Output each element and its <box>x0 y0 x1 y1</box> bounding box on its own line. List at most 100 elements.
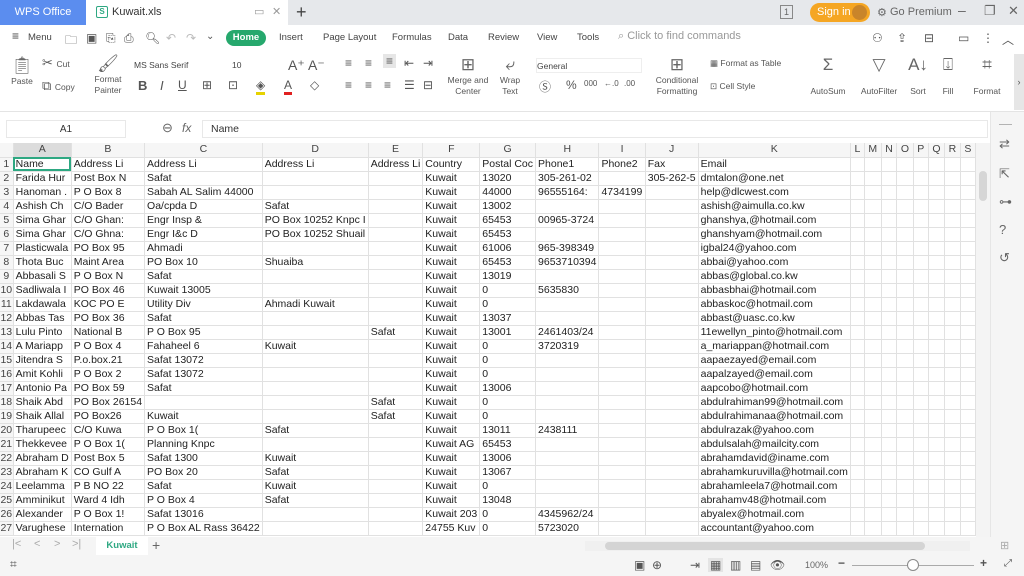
cell-c25[interactable]: P O Box 4 <box>144 493 263 508</box>
cell-l7[interactable] <box>850 241 865 256</box>
tab-view[interactable]: View <box>537 32 557 43</box>
cell-k1[interactable]: Email <box>698 157 851 172</box>
more-icon[interactable]: ⋮ <box>982 31 994 45</box>
cell-g14[interactable]: 0 <box>479 339 537 354</box>
cell-c9[interactable]: Safat <box>144 269 263 284</box>
cell-q8[interactable] <box>928 255 946 270</box>
cell-e2[interactable] <box>368 171 424 186</box>
fullscreen-icon[interactable]: ⤢ <box>1004 558 1012 569</box>
cell-l17[interactable] <box>850 381 865 396</box>
cell-r10[interactable] <box>944 283 961 298</box>
increase-font-icon[interactable]: A⁺ <box>288 57 305 74</box>
cell-e25[interactable] <box>368 493 424 508</box>
cell-f9[interactable]: Kuwait <box>422 269 481 284</box>
collab-icon[interactable]: ⊟ <box>924 31 934 45</box>
cell-e5[interactable] <box>368 213 424 228</box>
cell-e24[interactable] <box>368 479 424 494</box>
row-header[interactable]: 2 <box>0 171 14 186</box>
cell-i9[interactable] <box>598 269 646 284</box>
cell-b18[interactable]: PO Box 26154 <box>71 395 146 410</box>
cell-g4[interactable]: 13002 <box>479 199 537 214</box>
align-center-icon[interactable]: ≡ <box>365 78 372 92</box>
cell-q5[interactable] <box>928 213 946 228</box>
borders-icon[interactable]: ⊞ <box>202 78 212 92</box>
cell-s24[interactable] <box>960 479 976 494</box>
cell-l27[interactable] <box>850 521 865 536</box>
backup-icon[interactable]: ▣ <box>634 558 645 572</box>
row-header[interactable]: 12 <box>0 311 14 326</box>
share-user-icon[interactable]: ⚇ <box>872 31 883 45</box>
cell-m7[interactable] <box>864 241 882 256</box>
cell-b11[interactable]: KOC PO E <box>71 297 146 312</box>
cell-b22[interactable]: Post Box 5 <box>71 451 146 466</box>
cell-q18[interactable] <box>928 395 946 410</box>
cell-l5[interactable] <box>850 213 865 228</box>
cell-s19[interactable] <box>960 409 976 424</box>
cell-m6[interactable] <box>864 227 882 242</box>
decrease-indent-icon[interactable]: ⇤ <box>404 56 414 70</box>
cell-c19[interactable]: Kuwait <box>144 409 263 424</box>
cell-p24[interactable] <box>913 479 929 494</box>
cell-f10[interactable]: Kuwait <box>422 283 481 298</box>
cell-j14[interactable] <box>645 339 699 354</box>
cell-b27[interactable]: Internation <box>71 521 146 536</box>
cell-m15[interactable] <box>864 353 882 368</box>
cell-a20[interactable]: Tharupeec <box>13 423 72 438</box>
cell-n9[interactable] <box>881 269 898 284</box>
cell-n24[interactable] <box>881 479 898 494</box>
cell-r12[interactable] <box>944 311 961 326</box>
cell-f21[interactable]: Kuwait AG <box>422 437 481 452</box>
cell-n20[interactable] <box>881 423 898 438</box>
cell-o8[interactable] <box>896 255 914 270</box>
add-sheet-button[interactable]: + <box>152 537 160 553</box>
cell-a16[interactable]: Amit Kohli <box>13 367 72 382</box>
cell-style-button[interactable]: ⊡ Cell Style <box>710 81 755 92</box>
cell-b15[interactable]: P.o.box.21 <box>71 353 146 368</box>
cut-button[interactable]: ✂ Cut <box>42 56 70 70</box>
cell-q12[interactable] <box>928 311 946 326</box>
cell-b21[interactable]: P O Box 1( <box>71 437 146 452</box>
cell-g7[interactable]: 61006 <box>479 241 537 256</box>
cell-a4[interactable]: Ashish Ch <box>13 199 72 214</box>
cell-i3[interactable]: 4734199 <box>598 185 646 200</box>
row-header[interactable]: 4 <box>0 199 14 214</box>
cell-p1[interactable] <box>913 157 929 172</box>
cell-p17[interactable] <box>913 381 929 396</box>
cell-k5[interactable]: ghanshya,@hotmail.com <box>698 213 851 228</box>
cell-e26[interactable] <box>368 507 424 522</box>
cell-p16[interactable] <box>913 367 929 382</box>
cell-i16[interactable] <box>598 367 646 382</box>
cell-k17[interactable]: aapcobo@hotmail.com <box>698 381 851 396</box>
cell-s20[interactable] <box>960 423 976 438</box>
cell-m22[interactable] <box>864 451 882 466</box>
cell-m12[interactable] <box>864 311 882 326</box>
cell-m4[interactable] <box>864 199 882 214</box>
cell-d5[interactable]: PO Box 10252 Knpc I <box>262 213 369 228</box>
cell-m25[interactable] <box>864 493 882 508</box>
cell-b9[interactable]: P O Box N <box>71 269 146 284</box>
cell-f3[interactable]: Kuwait <box>422 185 481 200</box>
cell-n12[interactable] <box>881 311 898 326</box>
close-window-icon[interactable]: ✕ <box>1008 3 1019 19</box>
cell-o24[interactable] <box>896 479 914 494</box>
cell-j8[interactable] <box>645 255 699 270</box>
row-header[interactable]: 6 <box>0 227 14 242</box>
cell-h19[interactable] <box>535 409 600 424</box>
prev-sheet-icon[interactable]: < <box>34 538 40 550</box>
cell-e13[interactable]: Safat <box>368 325 424 340</box>
cell-p2[interactable] <box>913 171 929 186</box>
cell-j20[interactable] <box>645 423 699 438</box>
autofilter-button[interactable]: ▽ AutoFilter <box>856 55 902 97</box>
cell-r25[interactable] <box>944 493 961 508</box>
cell-m10[interactable] <box>864 283 882 298</box>
cell-g22[interactable]: 13006 <box>479 451 537 466</box>
column-header-m[interactable]: M <box>864 143 882 158</box>
cell-e11[interactable] <box>368 297 424 312</box>
cell-i24[interactable] <box>598 479 646 494</box>
cell-g10[interactable]: 0 <box>479 283 537 298</box>
tab-data[interactable]: Data <box>448 32 468 43</box>
cell-g27[interactable]: 0 <box>479 521 537 536</box>
formula-input[interactable]: Name <box>202 120 988 138</box>
spreadsheet-grid[interactable]: ABCDEFGHIJKLMNOPQRS 1 Name Address Li Addre… <box>0 143 976 537</box>
cell-e7[interactable] <box>368 241 424 256</box>
